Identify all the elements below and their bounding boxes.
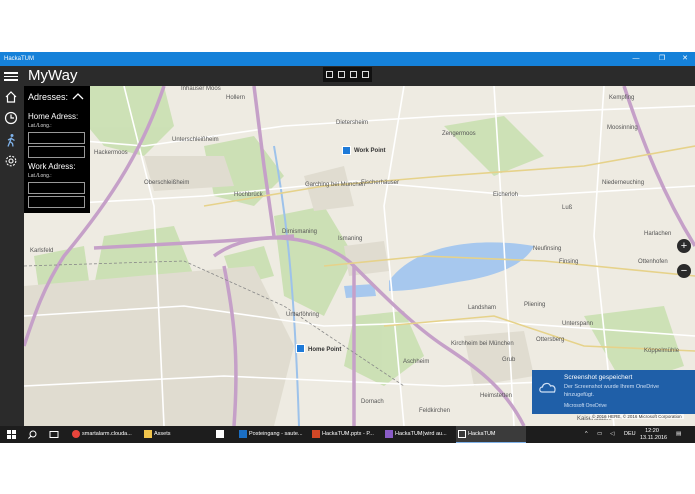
outlook-icon <box>239 430 247 438</box>
work-adress-label: Work Adress: <box>28 162 76 171</box>
folder-icon <box>144 430 152 438</box>
zoom-out-button[interactable]: − <box>677 264 691 278</box>
taskbar-item-store[interactable] <box>214 426 232 443</box>
toolbar-tool-icon[interactable] <box>325 71 333 78</box>
place-label: Neufinsing <box>533 246 562 252</box>
place-label: Ottersberg <box>536 337 565 343</box>
notification-center-icon[interactable]: ▤ <box>676 426 681 443</box>
place-label: Harlachen <box>644 231 672 237</box>
panel-header: Adresses: <box>28 92 69 102</box>
hamburger-menu-icon[interactable] <box>4 70 18 82</box>
taskbar-item-outlook[interactable]: Posteingang - saute... <box>237 426 307 443</box>
system-clock[interactable]: 12:20 13.11.2016 <box>640 428 667 441</box>
place-label: Aschheim <box>403 359 430 365</box>
work-latlong-label: Lat./Long.: <box>28 173 52 179</box>
place-label: Karlsfeld <box>30 248 54 254</box>
place-label: Kempfing <box>609 95 635 101</box>
place-label: Eicherloh <box>493 192 519 198</box>
work-point-pin-icon[interactable] <box>342 146 351 155</box>
floating-toolbar <box>323 67 372 82</box>
place-label: Landsham <box>468 305 497 311</box>
place-label: Finsing <box>559 259 579 265</box>
volume-icon[interactable]: ◁ <box>610 426 614 443</box>
place-label: Ottenhofen <box>638 259 668 265</box>
notification-title: Screenshot gespeichert <box>564 374 633 381</box>
window-titlebar: HackaTUM — ❐ ✕ <box>0 52 695 66</box>
home-long-input[interactable] <box>28 146 85 158</box>
toolbar-tool-icon[interactable] <box>337 71 345 78</box>
chevron-up-icon[interactable] <box>72 92 84 100</box>
place-label: Inhauser Moos <box>181 86 221 92</box>
window-title: HackaTUM <box>4 56 35 62</box>
notification-body: Der Screenshot wurde Ihrem OneDrive hinz… <box>564 384 660 398</box>
zoom-in-button[interactable]: + <box>677 239 691 253</box>
clock-icon[interactable] <box>4 111 18 125</box>
home-lat-input[interactable] <box>28 132 85 144</box>
taskbar-item-assets[interactable]: Assets <box>142 426 212 443</box>
place-label: Zengermoos <box>442 131 476 137</box>
place-label: Moosinning <box>607 125 638 131</box>
home-icon[interactable] <box>4 90 18 104</box>
place-label: Dornach <box>361 399 384 405</box>
place-label: Heimstetten <box>480 393 513 399</box>
work-long-input[interactable] <box>28 196 85 208</box>
network-icon[interactable]: ▭ <box>597 426 602 443</box>
minimize-button[interactable]: — <box>626 52 646 66</box>
home-adress-label: Home Adress: <box>28 112 79 121</box>
place-label: Oberschleißheim <box>144 180 190 186</box>
place-label: Ismaning <box>338 236 363 242</box>
search-icon[interactable] <box>28 430 37 439</box>
place-label: Luß <box>562 205 573 211</box>
task-view-icon[interactable] <box>49 430 59 439</box>
place-label: Kirchheim bei München <box>451 341 514 347</box>
chrome-icon <box>72 430 80 438</box>
close-button[interactable]: ✕ <box>675 52 695 66</box>
home-latlong-label: Lat./Long.: <box>28 123 52 129</box>
place-label: Grub <box>502 357 516 363</box>
work-lat-input[interactable] <box>28 182 85 194</box>
place-label: Feldkirchen <box>419 408 451 414</box>
app-title: MyWay <box>28 67 78 84</box>
toolbar-tool-icon[interactable] <box>350 71 358 78</box>
taskbar-item-visual-studio[interactable]: HackaTUM(wird au... <box>383 426 453 443</box>
place-label: Hochbrück <box>234 192 263 198</box>
store-icon <box>216 430 224 438</box>
place-label: Unterspann <box>562 321 594 327</box>
walk-icon[interactable] <box>4 133 18 147</box>
onedrive-notification[interactable]: Screenshot gespeichert Der Screenshot wu… <box>532 370 695 414</box>
map-copyright: © 2016 HERE, © 2016 Microsoft Corporatio… <box>590 414 684 419</box>
onedrive-cloud-icon <box>539 382 556 393</box>
home-point-pin-icon[interactable] <box>296 344 305 353</box>
taskbar: smartalarm.clouda... Assets Posteingang … <box>0 426 695 443</box>
toolbar-tool-icon[interactable] <box>362 71 370 78</box>
powerpoint-icon <box>312 430 320 438</box>
work-point-label: Work Point <box>354 148 386 154</box>
place-label: Fischerhäuser <box>361 180 400 186</box>
taskbar-item-powerpoint[interactable]: HackaTUM.pptx - P... <box>310 426 380 443</box>
notification-source: Microsoft OneDrive <box>564 403 607 409</box>
place-label: Unterföhring <box>286 312 320 318</box>
place-label: Garching bei München <box>305 182 366 188</box>
visual-studio-icon <box>385 430 393 438</box>
windows-start-icon[interactable] <box>7 430 16 439</box>
place-label: Niederneuching <box>602 180 645 186</box>
place-label: Köppelmühle <box>644 348 680 354</box>
place-label: Pliening <box>524 302 546 308</box>
restore-button[interactable]: ❐ <box>652 52 672 66</box>
place-label: Hackermoos <box>94 150 128 156</box>
settings-icon[interactable] <box>4 154 18 168</box>
screen: HackaTUM — ❐ ✕ MyWay Inhauser Moos Holle… <box>0 0 695 494</box>
place-label: Unterschleißheim <box>172 137 219 143</box>
home-point-label: Home Point <box>308 347 342 353</box>
app-icon <box>458 430 466 438</box>
place-label: Dirnismaning <box>282 229 318 235</box>
taskbar-item-chrome[interactable]: smartalarm.clouda... <box>70 426 140 443</box>
tray-chevron-icon[interactable]: ^ <box>585 426 588 443</box>
place-label: Hollern <box>226 95 246 101</box>
adresses-panel: Adresses: Home Adress: Lat./Long.: Work … <box>24 86 90 213</box>
taskbar-item-hackatum[interactable]: HackaTUM <box>456 426 526 443</box>
nav-sidebar <box>0 86 24 426</box>
place-label: Dietersheim <box>336 120 369 126</box>
language-indicator[interactable]: DEU <box>624 426 636 443</box>
